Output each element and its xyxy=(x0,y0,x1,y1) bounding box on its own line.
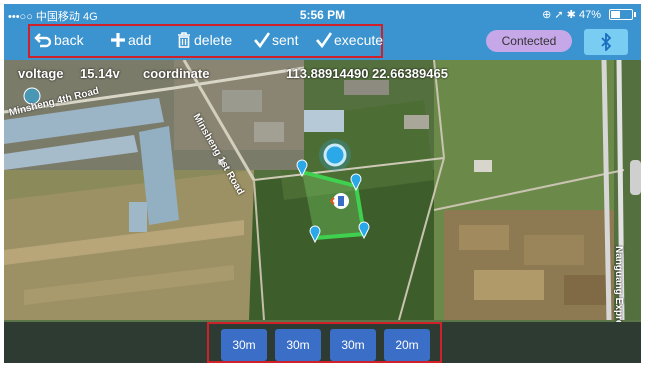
back-button[interactable]: back xyxy=(34,30,84,50)
toolbar: back add delete sent execute Contected xyxy=(4,24,641,60)
battery-icon xyxy=(609,9,636,20)
status-icons-and-battery-percent: ⊕ ➚ ✱ 47% xyxy=(542,8,601,21)
satellite-imagery xyxy=(4,60,641,320)
sent-label: sent xyxy=(272,32,299,48)
execute-label: execute xyxy=(334,32,384,48)
battery-fill xyxy=(611,11,620,18)
back-arrow-icon xyxy=(34,33,52,48)
voltage-value: 15.14v xyxy=(80,66,120,81)
bluetooth-button[interactable] xyxy=(584,29,628,55)
back-label: back xyxy=(54,32,84,48)
distance-buttons-group: 30m 30m 30m 20m xyxy=(207,322,442,363)
trash-icon xyxy=(178,32,190,48)
distance-button[interactable]: 30m xyxy=(221,329,267,361)
add-label: add xyxy=(128,32,152,48)
add-button[interactable]: add xyxy=(110,30,151,50)
app-screen: •••○○ 中国移动 4G 5:56 PM ⊕ ➚ ✱ 47% back add… xyxy=(4,4,641,363)
battery-percent: 47% xyxy=(578,9,601,21)
status-bar: •••○○ 中国移动 4G 5:56 PM ⊕ ➚ ✱ 47% xyxy=(4,4,641,24)
status-icons: ⊕ ➚ ✱ xyxy=(542,9,576,21)
coordinate-label: coordinate xyxy=(143,66,210,81)
checkmark-icon xyxy=(254,32,270,48)
distance-button[interactable]: 20m xyxy=(384,329,430,361)
distance-button[interactable]: 30m xyxy=(275,329,321,361)
coordinate-value: 113.88914490 22.66389465 xyxy=(286,66,448,81)
delete-button[interactable]: delete xyxy=(176,30,232,50)
connection-status-button[interactable]: Contected xyxy=(486,30,572,52)
sent-button[interactable]: sent xyxy=(254,30,298,50)
execute-button[interactable]: execute xyxy=(316,30,383,50)
delete-label: delete xyxy=(194,32,233,48)
voltage-label: voltage xyxy=(18,66,64,81)
checkmark-icon xyxy=(316,32,332,48)
distance-button[interactable]: 30m xyxy=(330,329,376,361)
plus-icon xyxy=(111,33,125,47)
satellite-map[interactable]: voltage 15.14v coordinate 113.88914490 2… xyxy=(4,60,641,337)
distance-bar: 30m 30m 30m 20m xyxy=(4,322,641,363)
bluetooth-icon xyxy=(601,33,612,51)
